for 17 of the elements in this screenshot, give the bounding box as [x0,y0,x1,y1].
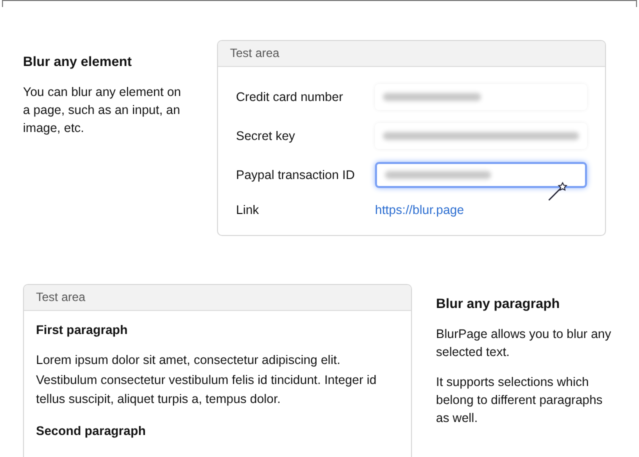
card-header: Test area [218,41,605,67]
description: You can blur any element on a page, such as an input, an image, etc. [23,84,182,137]
input-field[interactable] [375,162,587,188]
section-title: Blur any paragraph [436,296,561,311]
field-label: Secret key [236,128,296,142]
card-header: Test area [24,285,411,311]
field-label: Link [236,203,260,217]
section-title: Blur any element [23,54,133,69]
paragraph-heading: Second paragraph [36,424,147,438]
description: It supports selections which belong to different paragraphs as well. [436,374,604,427]
paragraph-text: Lorem ipsum dolor sit amet, consectetur adipiscing elit. Vestibulum consectetur vestibulum felis id tincidunt. Integer id tellus suscipit, aliquet turpis a, tempus dolor. [36,352,378,408]
field-label: Credit card number [236,90,344,104]
description: BlurPage allows you to blur any selected text. [436,326,612,361]
field-label: Paypal transaction ID [236,168,356,182]
paragraph-heading: First paragraph [36,323,129,337]
magic-wand-icon [547,180,569,202]
link[interactable]: https://blur.page [375,203,464,217]
